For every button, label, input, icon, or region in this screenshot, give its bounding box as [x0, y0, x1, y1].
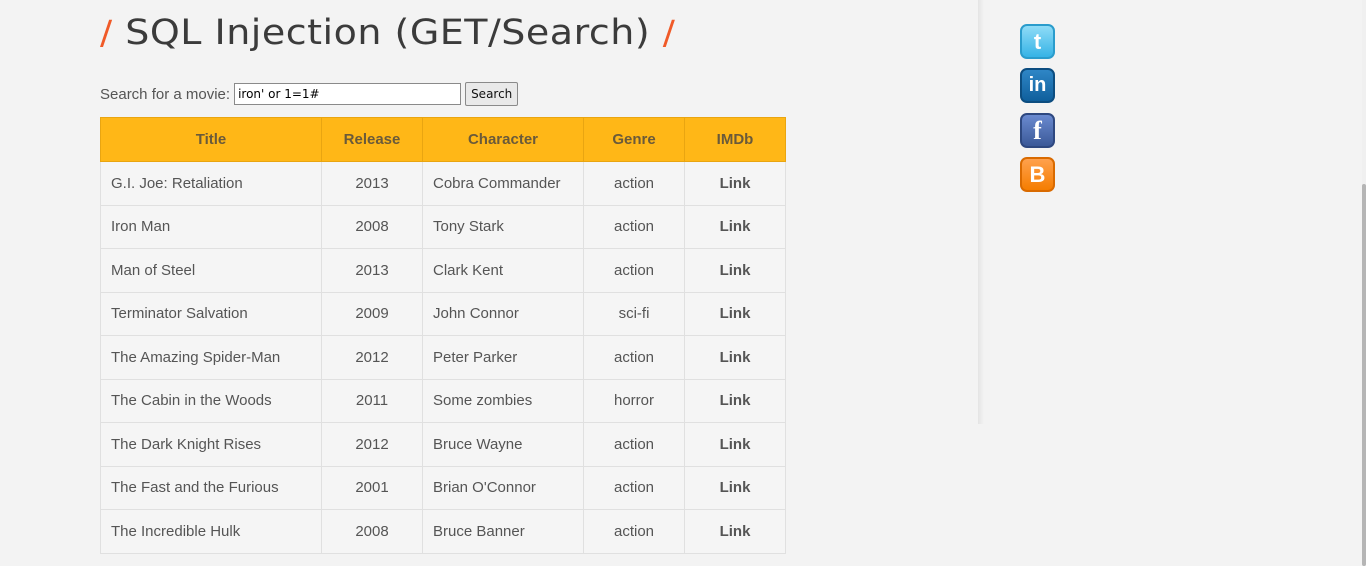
cell-genre: horror — [583, 378, 685, 423]
main-content: / SQL Injection (GET/Search) / Search fo… — [100, 0, 980, 566]
column-header-genre: Genre — [583, 117, 685, 162]
facebook-icon[interactable]: f — [1020, 113, 1055, 148]
cell-genre: action — [583, 161, 685, 206]
cell-genre: action — [583, 248, 685, 293]
column-header-imdb: IMDb — [684, 117, 786, 162]
cell-character: Bruce Banner — [422, 509, 584, 554]
movies-table: Title Release Character Genre IMDb G.I. … — [100, 117, 786, 554]
linkedin-icon[interactable]: in — [1020, 68, 1055, 103]
cell-character: Brian O'Connor — [422, 465, 584, 510]
cell-character: Clark Kent — [422, 248, 584, 293]
scrollbar-thumb[interactable] — [1362, 184, 1366, 566]
cell-release: 2013 — [321, 248, 423, 293]
cell-genre: action — [583, 204, 685, 249]
cell-title: The Dark Knight Rises — [100, 422, 322, 467]
cell-title: The Cabin in the Woods — [100, 378, 322, 423]
cell-release: 2008 — [321, 509, 423, 554]
twitter-icon[interactable]: t — [1020, 24, 1055, 59]
linkedin-glyph: in — [1028, 74, 1047, 96]
table-header-row: Title Release Character Genre IMDb — [100, 117, 786, 162]
cell-title: The Amazing Spider-Man — [100, 335, 322, 380]
cell-release: 2001 — [321, 465, 423, 510]
cell-character: Peter Parker — [422, 335, 584, 380]
imdb-link[interactable]: Link — [684, 509, 786, 554]
cell-title: The Fast and the Furious — [100, 465, 322, 510]
cell-release: 2008 — [321, 204, 423, 249]
cell-title: Terminator Salvation — [100, 291, 322, 336]
search-button[interactable]: Search — [465, 82, 519, 106]
blogger-icon[interactable]: B — [1020, 157, 1055, 192]
cell-title: Man of Steel — [100, 248, 322, 293]
title-slash-right: / — [662, 14, 676, 53]
column-header-release: Release — [321, 117, 423, 162]
table-row: The Dark Knight Rises 2012 Bruce Wayne a… — [100, 422, 786, 467]
cell-title: G.I. Joe: Retaliation — [100, 161, 322, 206]
cell-genre: action — [583, 422, 685, 467]
imdb-link[interactable]: Link — [684, 422, 786, 467]
table-row: G.I. Joe: Retaliation 2013 Cobra Command… — [100, 161, 786, 206]
twitter-glyph: t — [1033, 28, 1042, 54]
blogger-glyph: B — [1029, 161, 1046, 187]
column-header-character: Character — [422, 117, 584, 162]
imdb-link[interactable]: Link — [684, 248, 786, 293]
cell-character: Cobra Commander — [422, 161, 584, 206]
table-row: The Fast and the Furious 2001 Brian O'Co… — [100, 465, 786, 510]
title-slash-left: / — [100, 14, 113, 53]
sidebar-divider — [978, 0, 984, 424]
imdb-link[interactable]: Link — [684, 378, 786, 423]
cell-genre: sci-fi — [583, 291, 685, 336]
imdb-link[interactable]: Link — [684, 204, 786, 249]
imdb-link[interactable]: Link — [684, 465, 786, 510]
cell-release: 2012 — [321, 335, 423, 380]
cell-release: 2011 — [321, 378, 423, 423]
search-label: Search for a movie: — [100, 85, 231, 103]
search-form: Search for a movie: Search — [100, 82, 519, 106]
column-header-title: Title — [100, 117, 322, 162]
imdb-link[interactable]: Link — [684, 161, 786, 206]
cell-release: 2009 — [321, 291, 423, 336]
imdb-link[interactable]: Link — [684, 335, 786, 380]
table-row: Man of Steel 2013 Clark Kent action Link — [100, 248, 786, 293]
cell-genre: action — [583, 465, 685, 510]
cell-character: John Connor — [422, 291, 584, 336]
table-row: Terminator Salvation 2009 John Connor sc… — [100, 291, 786, 336]
facebook-glyph: f — [1033, 115, 1042, 145]
table-row: The Cabin in the Woods 2011 Some zombies… — [100, 378, 786, 423]
vertical-scrollbar[interactable] — [1362, 0, 1366, 566]
cell-character: Tony Stark — [422, 204, 584, 249]
search-input[interactable] — [234, 83, 462, 105]
cell-release: 2013 — [321, 161, 423, 206]
page: / SQL Injection (GET/Search) / Search fo… — [0, 0, 1366, 566]
title-text: SQL Injection (GET/Search) — [125, 12, 651, 53]
table-row: Iron Man 2008 Tony Stark action Link — [100, 204, 786, 249]
cell-release: 2012 — [321, 422, 423, 467]
cell-title: Iron Man — [100, 204, 322, 249]
cell-character: Bruce Wayne — [422, 422, 584, 467]
table-row: The Incredible Hulk 2008 Bruce Banner ac… — [100, 509, 786, 554]
page-title: / SQL Injection (GET/Search) / — [100, 12, 675, 52]
cell-genre: action — [583, 509, 685, 554]
cell-character: Some zombies — [422, 378, 584, 423]
imdb-link[interactable]: Link — [684, 291, 786, 336]
table-row: The Amazing Spider-Man 2012 Peter Parker… — [100, 335, 786, 380]
cell-genre: action — [583, 335, 685, 380]
cell-title: The Incredible Hulk — [100, 509, 322, 554]
